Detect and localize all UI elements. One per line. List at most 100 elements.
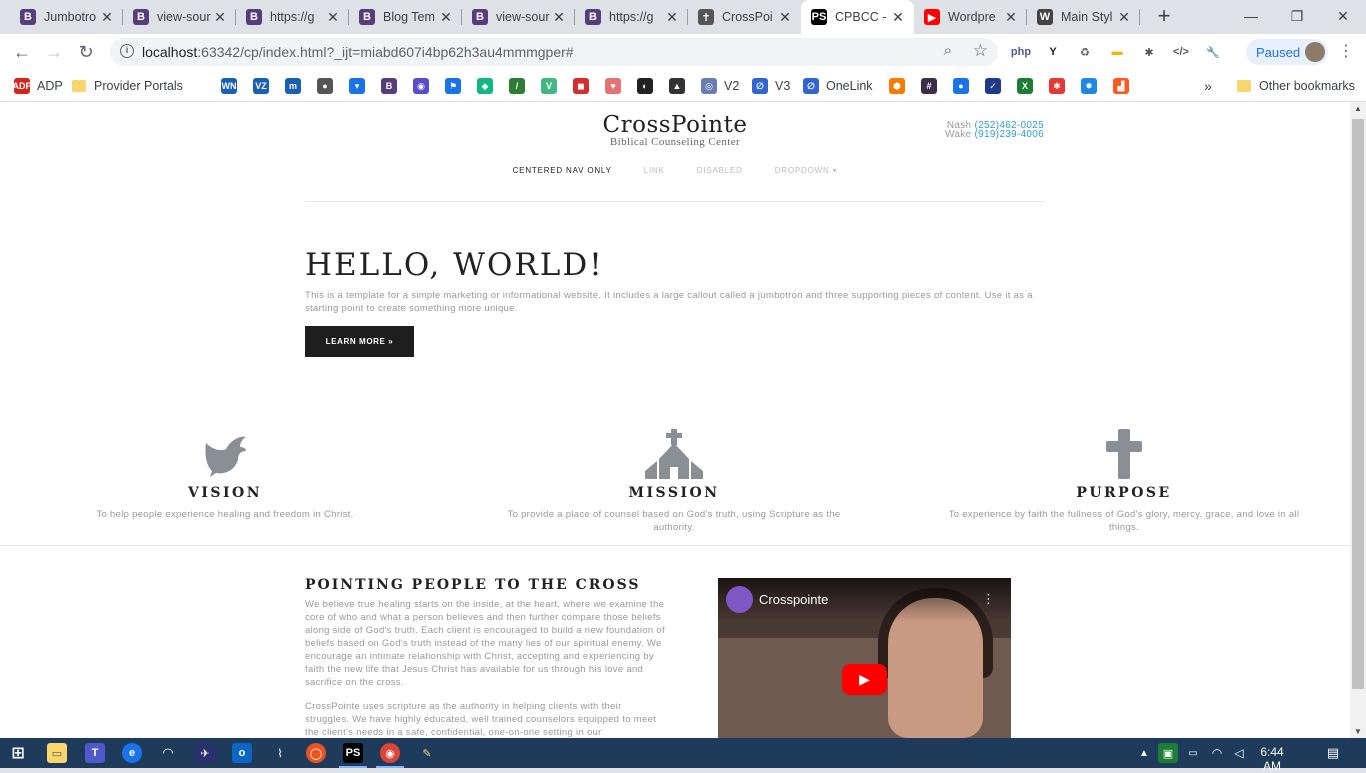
ubuntu-icon[interactable]: ◯ (306, 743, 326, 763)
extension-icon[interactable]: </> (1172, 43, 1190, 61)
minimize-icon[interactable]: — (1228, 0, 1274, 32)
bookmark-item[interactable]: ♥ (605, 77, 628, 95)
url-text[interactable]: localhost:63342/cp/index.html?_ijt=miabd… (142, 44, 574, 60)
bookmark-item[interactable]: ◼ (573, 77, 596, 95)
bookmark-item[interactable]: ✓ (985, 77, 1008, 95)
learn-more-button[interactable]: LEARN MORE » (305, 326, 414, 357)
nav-dropdown[interactable]: DROPDOWN ▾ (775, 166, 838, 175)
extension-icon[interactable]: ▬ (1108, 43, 1126, 61)
bookmark-item[interactable]: ◐ (637, 77, 660, 95)
reload-icon[interactable]: ↻ (74, 40, 98, 64)
youtube-video-embed[interactable]: Crosspointe ⋮ ▶ (718, 578, 1011, 738)
edge-icon[interactable]: e (122, 743, 142, 763)
browser-tab[interactable]: B Blog Tem ✕ (349, 0, 462, 34)
bookmark-item[interactable]: ● (317, 77, 340, 95)
chrome-menu-icon[interactable]: ⋮ (1338, 41, 1354, 61)
extension-icon[interactable]: 🔧 (1204, 43, 1222, 61)
bookmark-item[interactable]: VZ (253, 77, 276, 95)
bookmark-item[interactable]: X (1017, 77, 1040, 95)
extension-icon[interactable]: ✱ (1140, 43, 1158, 61)
extension-icon[interactable]: ♻ (1076, 43, 1094, 61)
browser-tab[interactable]: Bhttps://g ✕ (575, 0, 688, 34)
tray-chevron-icon[interactable]: ▲ (1134, 743, 1154, 763)
info-icon[interactable]: i (120, 44, 134, 58)
bookmark-star-icon[interactable]: ☆ (973, 41, 988, 61)
chrome-icon[interactable]: ◉ (380, 743, 400, 763)
browser-tab[interactable]: W Main Styl ✕ (1027, 0, 1140, 34)
app-icon[interactable]: ✈ (195, 743, 215, 763)
close-tab-icon[interactable]: ✕ (664, 9, 680, 26)
browser-tab[interactable]: Bview-sour ✕ (462, 0, 575, 34)
bookmark-item[interactable]: B (381, 77, 404, 95)
bookmark-item[interactable]: # (921, 77, 944, 95)
wifi-app-icon[interactable]: ◠ (158, 743, 178, 763)
bookmark-item[interactable]: ◉ (413, 77, 436, 95)
nav-link[interactable]: LINK (644, 166, 665, 175)
channel-avatar[interactable] (726, 586, 753, 613)
play-button-icon[interactable]: ▶ (842, 664, 887, 695)
nav-centered-nav-only[interactable]: CENTERED NAV ONLY (513, 166, 612, 175)
scrollbar-thumb[interactable] (1352, 119, 1364, 689)
bookmark-item[interactable]: / (509, 77, 532, 95)
bookmark-item[interactable]: ◎ V2 (701, 77, 739, 95)
taskbar-clock[interactable]: 6:44 AM (1250, 745, 1294, 773)
bookmark-item[interactable]: m (285, 77, 308, 95)
browser-tab[interactable]: Bview-sour ✕ (123, 0, 236, 34)
tool-icon[interactable]: ⌇ (270, 743, 290, 763)
wifi-icon[interactable]: ◠ (1207, 743, 1227, 763)
bookmark-item[interactable]: Provider Portals (72, 77, 183, 95)
browser-tab[interactable]: ▶ Wordpre ✕ (914, 0, 1027, 34)
bookmark-item[interactable]: ▲ (669, 77, 692, 95)
address-bar[interactable]: i localhost:63342/cp/index.html?_ijt=mia… (110, 38, 998, 66)
bookmark-item[interactable]: ▟ (1113, 77, 1136, 95)
teams-icon[interactable]: T (85, 743, 105, 763)
close-tab-icon[interactable]: ✕ (212, 9, 228, 26)
browser-tab[interactable]: PS CPBCC - ✕ (801, 0, 914, 34)
profile-button[interactable]: Paused (1246, 39, 1328, 65)
windows-start-icon[interactable]: ⊞ (8, 743, 28, 763)
bookmark-item[interactable]: ∅ V3 (752, 77, 790, 95)
bookmark-item[interactable]: ✱ (1049, 77, 1072, 95)
phpstorm-icon[interactable]: PS (343, 743, 363, 763)
forward-arrow-icon[interactable]: → (42, 40, 66, 64)
bookmark-item[interactable]: ⬢ (889, 77, 912, 95)
close-window-icon[interactable]: ✕ (1320, 0, 1366, 32)
video-more-icon[interactable]: ⋮ (982, 591, 995, 607)
bookmark-item[interactable]: ⚑ (445, 77, 468, 95)
restore-icon[interactable]: ❐ (1274, 0, 1320, 32)
bookmark-item[interactable]: ADP ADP (13, 77, 63, 95)
extension-icon[interactable]: Y (1044, 43, 1062, 61)
scroll-down-icon[interactable]: ▼ (1354, 727, 1362, 736)
scroll-up-icon[interactable]: ▲ (1354, 104, 1362, 113)
bookmark-item[interactable]: WN (221, 77, 244, 95)
bookmarks-overflow-icon[interactable]: » (1204, 77, 1212, 95)
bookmark-item[interactable]: ▾ (349, 77, 372, 95)
close-tab-icon[interactable]: ✕ (777, 9, 793, 26)
close-tab-icon[interactable]: ✕ (325, 9, 341, 26)
notifications-icon[interactable]: ▤ (1323, 743, 1343, 763)
close-tab-icon[interactable]: ✕ (1116, 9, 1132, 26)
new-tab-button[interactable]: + (1153, 5, 1175, 28)
browser-tab[interactable]: ✝ CrossPoi ✕ (688, 0, 801, 34)
site-brand[interactable]: CrossPointe Biblical Counseling Center (0, 112, 1350, 148)
browser-tab[interactable]: Bhttps://g ✕ (236, 0, 349, 34)
close-tab-icon[interactable]: ✕ (890, 9, 906, 26)
file-explorer-icon[interactable]: ▭ (47, 743, 67, 763)
battery-icon[interactable]: ▭ (1183, 743, 1203, 763)
bookmark-item[interactable]: ◆ (477, 77, 500, 95)
zoom-icon[interactable]: ⌕ (944, 42, 952, 59)
volume-icon[interactable]: ◁ (1229, 743, 1249, 763)
page-scrollbar[interactable]: ▲ ▼ (1350, 102, 1366, 738)
bookmark-item[interactable]: ∅ OneLink (803, 77, 873, 95)
close-tab-icon[interactable]: ✕ (438, 9, 454, 26)
bookmark-item[interactable]: ● (953, 77, 976, 95)
close-tab-icon[interactable]: ✕ (99, 9, 115, 26)
back-arrow-icon[interactable]: ← (10, 40, 34, 64)
other-bookmarks-folder[interactable]: Other bookmarks (1237, 77, 1355, 95)
extension-icon[interactable]: php (1011, 43, 1031, 61)
outlook-icon[interactable]: o (232, 743, 252, 763)
wake-phone-link[interactable]: (919)239-4006 (974, 129, 1044, 140)
bookmark-item[interactable]: V (541, 77, 564, 95)
tray-app-icon[interactable]: ▣ (1158, 743, 1178, 763)
close-tab-icon[interactable]: ✕ (1003, 9, 1019, 26)
